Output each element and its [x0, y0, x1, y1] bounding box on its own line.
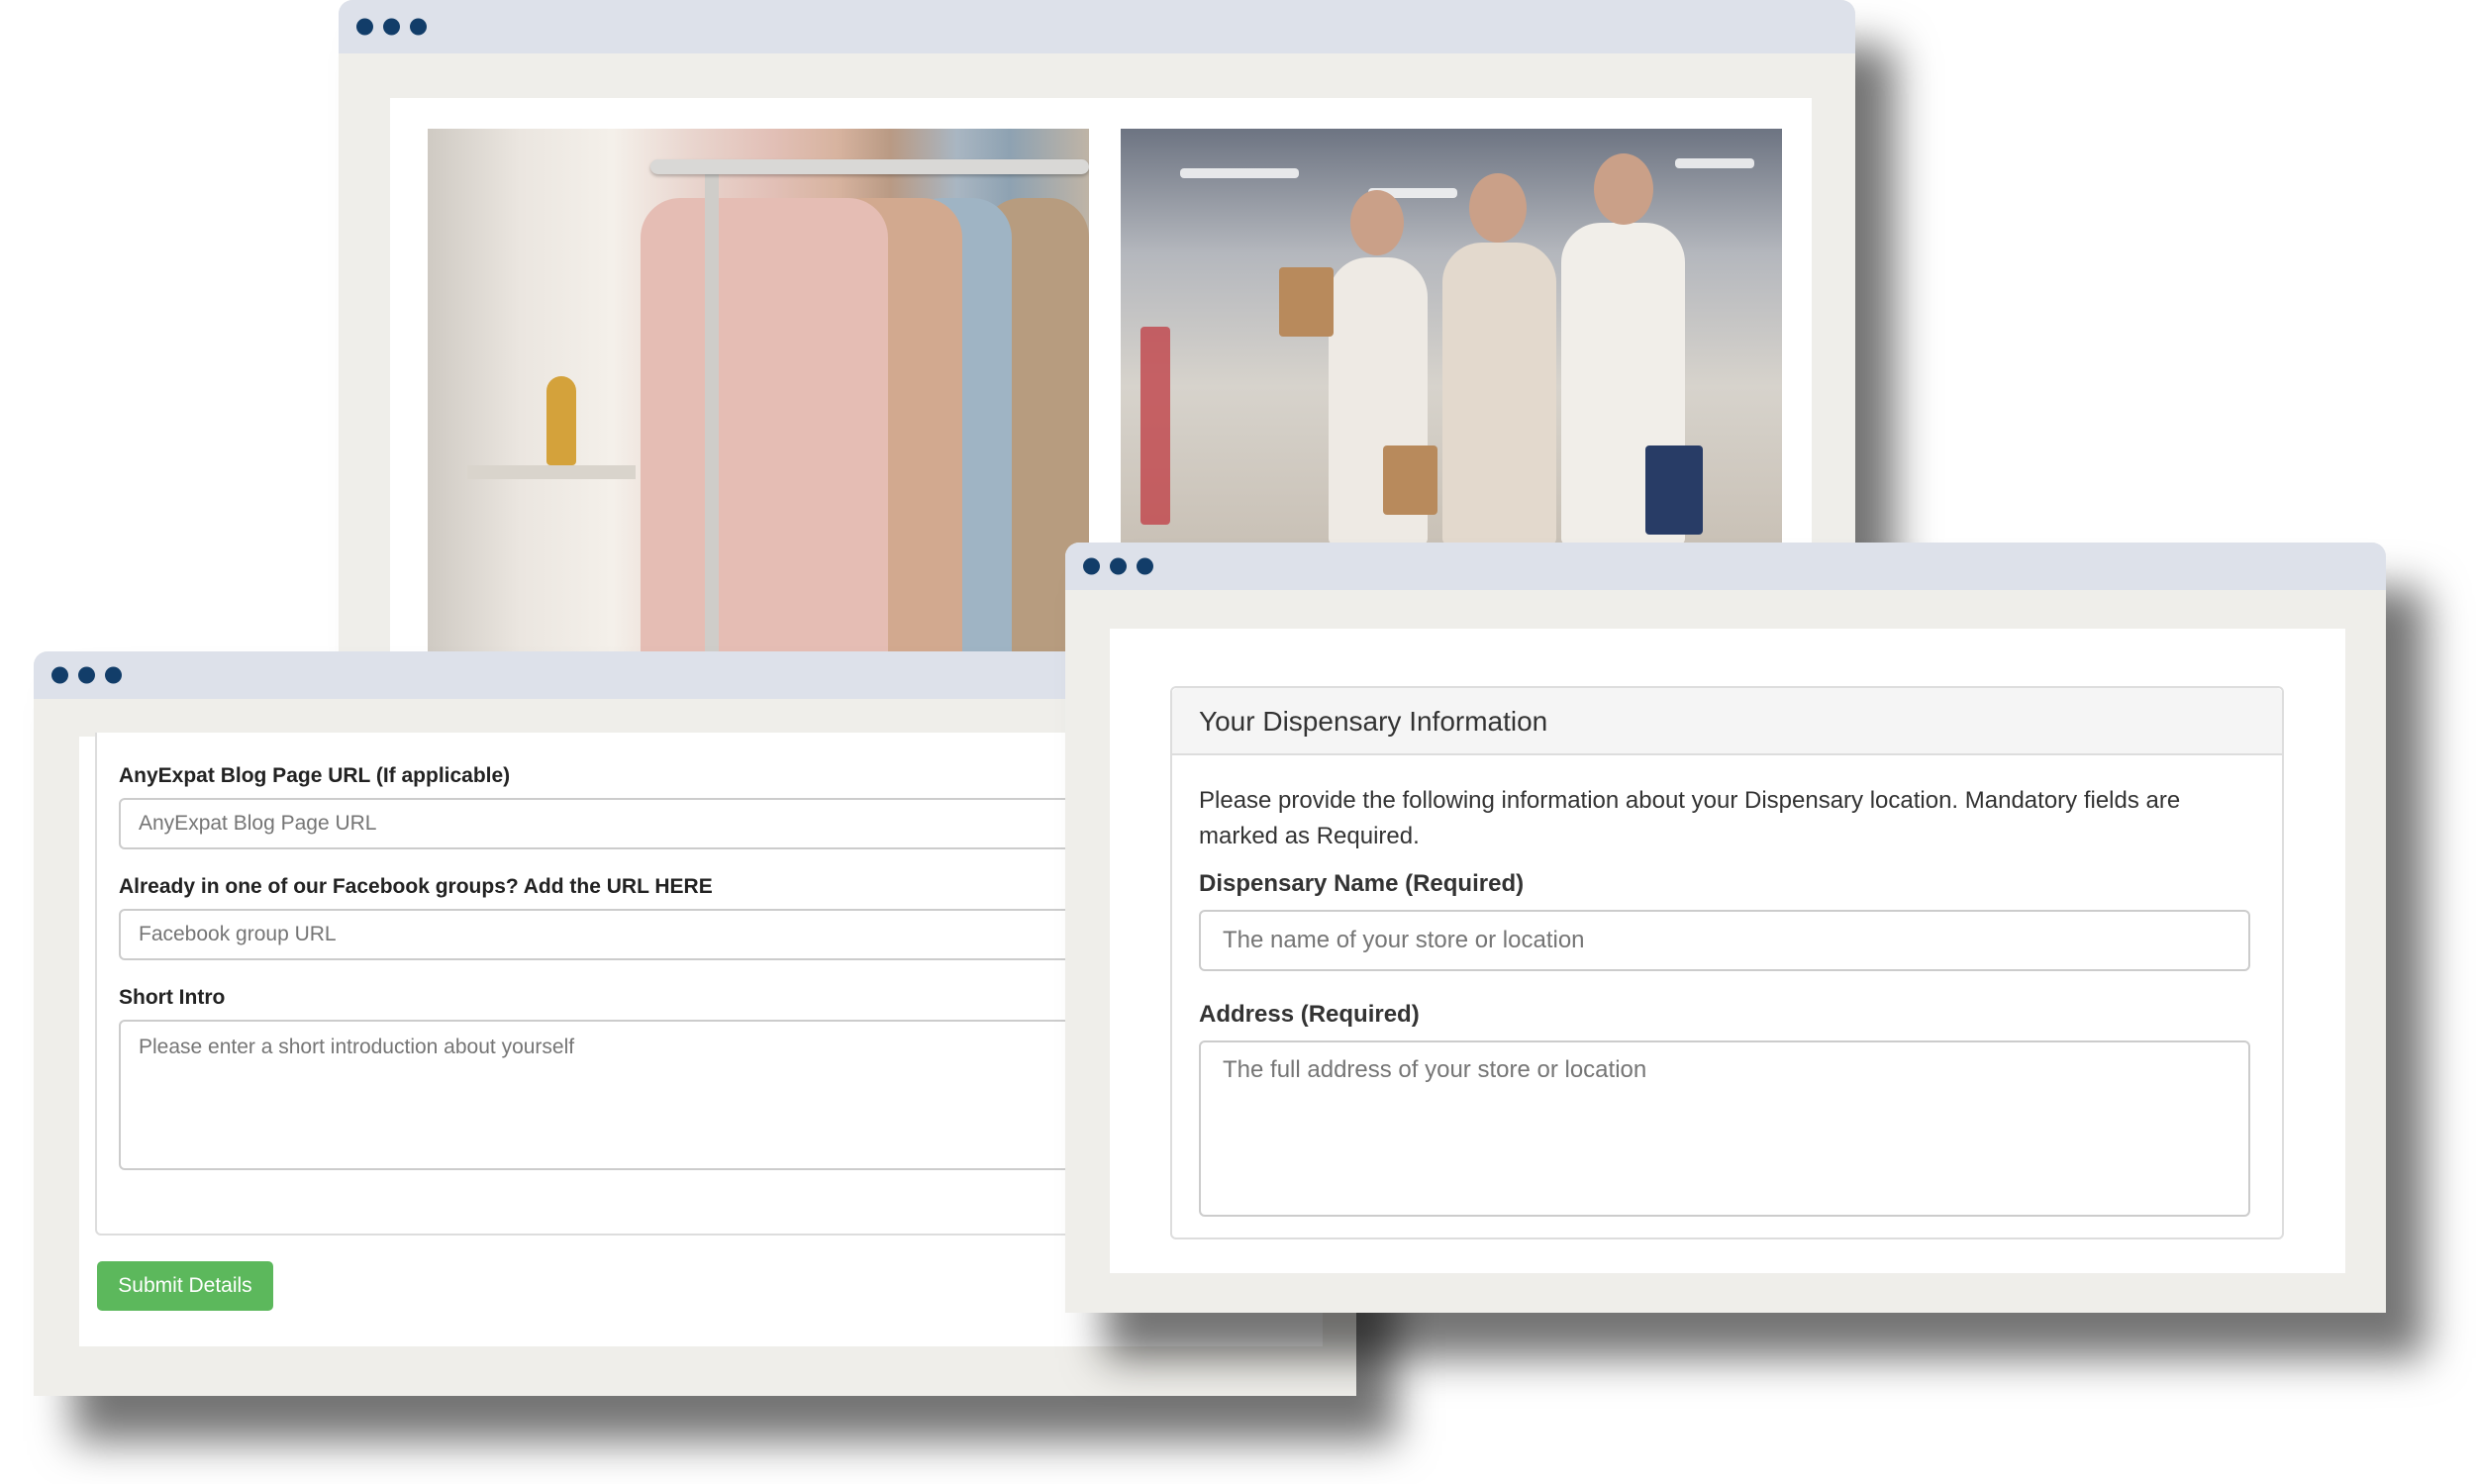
window-controls — [356, 18, 427, 36]
shopping-bag-shape — [1645, 445, 1703, 535]
window-controls — [1083, 557, 1153, 575]
plant-shape — [546, 376, 576, 465]
window-controls — [51, 666, 122, 684]
window-dot-icon[interactable] — [356, 18, 373, 36]
shelf-shape — [467, 465, 636, 479]
facebook-url-label: Already in one of our Facebook groups? A… — [119, 875, 713, 898]
shopper-head — [1350, 190, 1404, 255]
window-titlebar — [339, 0, 1855, 53]
window-dot-icon[interactable] — [51, 666, 68, 684]
mall-light-shape — [1180, 168, 1299, 178]
address-label: Address (Required) — [1199, 1001, 1420, 1028]
panel-description: Please provide the following information… — [1199, 787, 2181, 849]
mall-light-shape — [1675, 158, 1754, 168]
shopper-head — [1469, 173, 1527, 243]
garment-shape — [641, 198, 888, 653]
rack-pole-shape — [705, 159, 719, 653]
window-dot-icon[interactable] — [1083, 557, 1100, 575]
dispensary-form-window: Your Dispensary Information Please provi… — [1065, 543, 2386, 1313]
panel-header: Your Dispensary Information — [1172, 688, 2282, 755]
rack-bar-shape — [650, 159, 1089, 174]
window-dot-icon[interactable] — [1110, 557, 1127, 575]
window-dot-icon[interactable] — [78, 666, 95, 684]
clothing-rack-photo — [428, 129, 1089, 653]
window-dot-icon[interactable] — [1137, 557, 1153, 575]
submit-details-button[interactable]: Submit Details — [97, 1261, 273, 1311]
dispensary-name-label: Dispensary Name (Required) — [1199, 870, 1525, 897]
window-dot-icon[interactable] — [410, 18, 427, 36]
address-textarea[interactable] — [1199, 1040, 2250, 1217]
panel-title: Your Dispensary Information — [1199, 706, 1548, 737]
window-dot-icon[interactable] — [105, 666, 122, 684]
dispensary-panel: Your Dispensary Information Please provi… — [1170, 686, 2284, 1239]
blog-url-label: AnyExpat Blog Page URL (If applicable) — [119, 764, 511, 787]
shopper-figure — [1442, 243, 1556, 544]
window-titlebar — [1065, 543, 2386, 590]
shopping-bag-shape — [1279, 267, 1334, 337]
short-intro-label: Short Intro — [119, 986, 226, 1009]
dispensary-name-input[interactable] — [1199, 910, 2250, 971]
window-dot-icon[interactable] — [383, 18, 400, 36]
shopping-bag-shape — [1383, 445, 1437, 515]
mall-shoppers-photo — [1121, 129, 1782, 544]
shopper-head — [1594, 153, 1653, 225]
dispensary-form: Your Dispensary Information Please provi… — [1110, 629, 2345, 1273]
display-shape — [1140, 327, 1170, 525]
